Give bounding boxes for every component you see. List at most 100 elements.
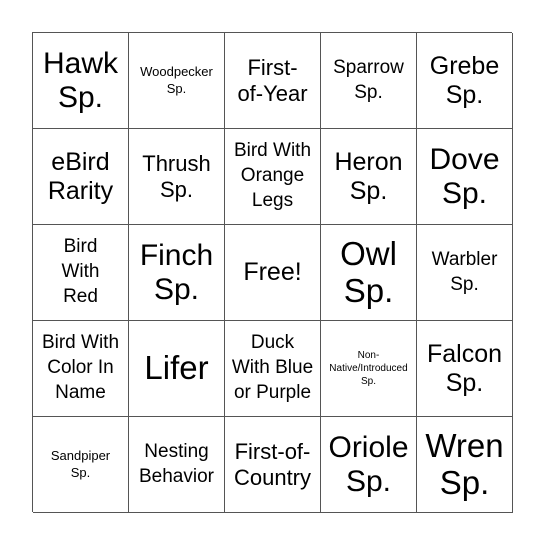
cell-label: Dove Sp.	[429, 143, 499, 210]
cell-label-line: of-Year	[237, 80, 308, 106]
cell-label-line: Grebe	[429, 51, 500, 80]
cell-label-line: Sp.	[166, 80, 187, 96]
cell-label: Heron Sp.	[334, 148, 402, 206]
cell-label-line: Sandpiper	[50, 448, 111, 464]
cell-label-line: First-	[247, 55, 298, 81]
bingo-cell-warbler-sp[interactable]: Warbler Sp.	[417, 225, 513, 321]
bingo-cell-woodpecker-sp[interactable]: Woodpecker Sp.	[129, 33, 225, 129]
cell-label-line: Falcon	[426, 339, 503, 368]
cell-label-line: Sp.	[70, 464, 91, 480]
bingo-cell-non-native-introduced-sp[interactable]: Non- Native/Introduced Sp.	[321, 321, 417, 417]
bingo-cell-hawk-sp[interactable]: Hawk Sp.	[33, 33, 129, 129]
cell-label-line: Bird	[63, 236, 98, 258]
cell-label: Non- Native/Introduced Sp.	[329, 349, 407, 388]
cell-label: Thrush Sp.	[142, 151, 210, 202]
bingo-cell-thrush-sp[interactable]: Thrush Sp.	[129, 129, 225, 225]
cell-label-line: eBird	[51, 147, 110, 176]
bingo-cell-finch-sp[interactable]: Finch Sp.	[129, 225, 225, 321]
cell-label-line: Behavior	[139, 465, 214, 487]
cell-label-line: Sp.	[360, 376, 376, 387]
cell-label-line: Non-	[357, 350, 380, 361]
bingo-cell-bird-with-color-in-name[interactable]: Bird With Color In Name	[33, 321, 129, 417]
bingo-cell-ebird-rarity[interactable]: eBird Rarity	[33, 129, 129, 225]
bingo-cell-heron-sp[interactable]: Heron Sp.	[321, 129, 417, 225]
cell-label: Finch Sp.	[140, 239, 213, 306]
cell-label: Bird With Color In Name	[42, 331, 119, 405]
cell-label-line: Heron	[334, 147, 403, 176]
cell-label-line: Wren	[425, 427, 504, 465]
cell-label-line: Sp.	[450, 273, 479, 295]
cell-label-line: Duck	[250, 332, 295, 354]
cell-label-line: Rarity	[47, 176, 114, 205]
cell-label: First-of-Year	[237, 55, 307, 106]
cell-label: Falcon Sp.	[427, 340, 502, 398]
bingo-cell-first-of-year[interactable]: First-of-Year	[225, 33, 321, 129]
bingo-cell-nesting-behavior[interactable]: Nesting Behavior	[129, 417, 225, 513]
cell-label: Hawk Sp.	[43, 47, 118, 114]
bingo-cell-owl-sp[interactable]: Owl Sp.	[321, 225, 417, 321]
cell-label-line: Sp.	[159, 176, 193, 202]
cell-label-line: Lifer	[144, 349, 209, 387]
cell-label-line: Sp.	[445, 80, 484, 109]
cell-label-line: Color In	[47, 357, 114, 379]
cell-label: Oriole Sp.	[328, 431, 408, 498]
cell-label-line: Sp.	[354, 81, 383, 103]
cell-label-line: Sp.	[57, 80, 103, 114]
cell-label-line: Red	[63, 285, 98, 307]
bingo-cell-falcon-sp[interactable]: Falcon Sp.	[417, 321, 513, 417]
cell-label-line: Name	[55, 381, 106, 403]
cell-label: First-of- Country	[234, 439, 311, 490]
cell-label-line: Sp.	[445, 368, 484, 397]
cell-label-line: Bird With	[233, 140, 312, 162]
cell-label-line: Nesting	[144, 440, 209, 462]
cell-label-line: Country	[233, 464, 312, 490]
cell-label-line: Sp.	[441, 176, 487, 210]
cell-label-line: Sp.	[343, 271, 394, 309]
bingo-cell-lifer[interactable]: Lifer	[129, 321, 225, 417]
cell-label: Woodpecker Sp.	[140, 64, 213, 97]
bingo-cell-sandpiper-sp[interactable]: Sandpiper Sp.	[33, 417, 129, 513]
cell-label: Lifer	[144, 349, 209, 387]
cell-label-line: Dove	[429, 142, 500, 176]
cell-label: Bird With Orange Legs	[234, 139, 311, 213]
cell-label: Sandpiper Sp.	[51, 448, 110, 481]
cell-label-line: Owl	[340, 235, 397, 273]
cell-label-line: or Purple	[233, 381, 312, 403]
cell-label: Duck With Blue or Purple	[232, 331, 313, 405]
cell-label: Wren Sp.	[425, 427, 504, 501]
bingo-cell-duck-with-blue-or-purple[interactable]: Duck With Blue or Purple	[225, 321, 321, 417]
cell-label: eBird Rarity	[48, 148, 113, 206]
cell-label-line: Sparrow	[333, 56, 404, 78]
cell-label: Warbler Sp.	[432, 248, 498, 297]
cell-label-line: Sp.	[345, 464, 392, 498]
bingo-cell-sparrow-sp[interactable]: Sparrow Sp.	[321, 33, 417, 129]
cell-label-line: With Blue	[231, 357, 314, 379]
bingo-cell-grebe-sp[interactable]: Grebe Sp.	[417, 33, 513, 129]
cell-label-line: Woodpecker	[140, 64, 213, 80]
bingo-cell-bird-with-orange-legs[interactable]: Bird With Orange Legs	[225, 129, 321, 225]
cell-label-line: Sp.	[439, 463, 490, 501]
cell-label: Sparrow Sp.	[333, 56, 404, 105]
bingo-cell-first-of-country[interactable]: First-of- Country	[225, 417, 321, 513]
cell-label-line: Legs	[251, 189, 294, 211]
cell-label: Nesting Behavior	[139, 440, 214, 489]
bingo-cell-wren-sp[interactable]: Wren Sp.	[417, 417, 513, 513]
cell-label-line: First-of-	[234, 439, 311, 465]
cell-label-line: Free!	[243, 258, 302, 287]
cell-label: Free!	[243, 258, 301, 287]
bingo-board: Hawk Sp. Woodpecker Sp. First-of-Year Sparrow…	[32, 32, 513, 513]
cell-label-line: With	[61, 261, 100, 283]
cell-label-line: Finch	[139, 238, 214, 272]
cell-label-line: Warbler	[431, 248, 498, 270]
free-space-cell[interactable]: Free!	[225, 225, 321, 321]
bingo-cell-dove-sp[interactable]: Dove Sp.	[417, 129, 513, 225]
bingo-cell-bird-with-red[interactable]: Bird With Red	[33, 225, 129, 321]
cell-label-line: Sp.	[153, 272, 199, 306]
cell-label-line: Orange	[240, 165, 305, 187]
cell-label: Bird With Red	[62, 235, 100, 309]
cell-label: Grebe Sp.	[430, 52, 499, 110]
cell-label-line: Oriole	[328, 430, 409, 464]
cell-label: Owl Sp.	[340, 235, 397, 309]
cell-label-line: Hawk	[42, 46, 118, 80]
bingo-cell-oriole-sp[interactable]: Oriole Sp.	[321, 417, 417, 513]
